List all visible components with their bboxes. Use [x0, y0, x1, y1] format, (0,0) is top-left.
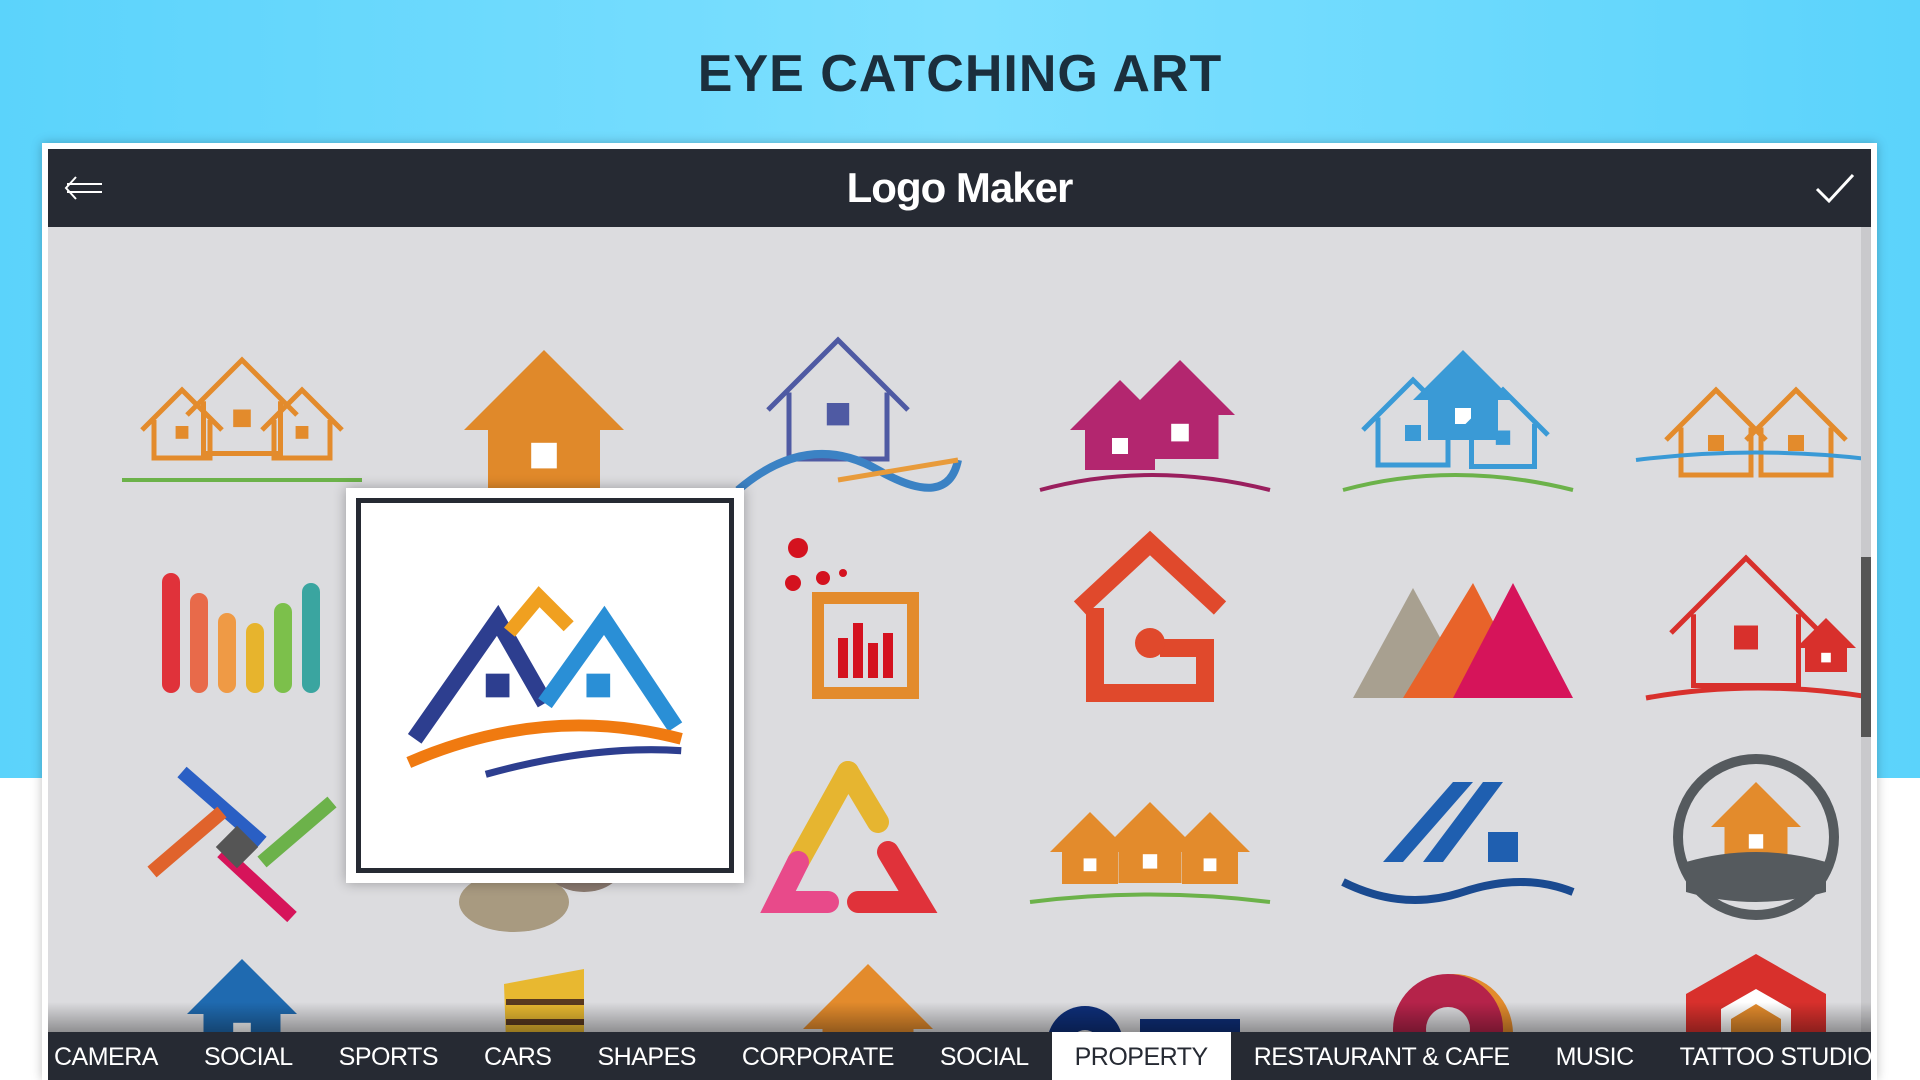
color-bars-icon [162, 573, 320, 693]
tab-social[interactable]: SOCIAL [181, 1032, 316, 1080]
triangle-arrows-icon [760, 761, 938, 913]
selected-logo-frame [356, 498, 734, 873]
logo-crossed-sticks[interactable] [112, 742, 372, 932]
tab-social[interactable]: SOCIAL [917, 1032, 1052, 1080]
logo-house-key[interactable] [1020, 528, 1280, 718]
logo-triangle-arrows[interactable] [718, 742, 978, 932]
logo-circle-road-house[interactable] [1626, 742, 1871, 932]
logo-house-trio-blue[interactable] [1323, 320, 1583, 510]
logo-house-double[interactable] [1020, 320, 1280, 510]
logo-peaks[interactable] [1323, 528, 1583, 718]
crossed-sticks-icon [147, 766, 337, 923]
checkmark-icon[interactable] [1813, 169, 1857, 207]
category-tabs: CAMERA SOCIAL SPORTS CARS SHAPES CORPORATE SOC… [48, 1032, 1871, 1080]
house-solid-icon [464, 350, 624, 494]
logo-house-wave[interactable] [718, 320, 978, 510]
headline: EYE CATCHING ART [697, 45, 1223, 103]
house-double-icon [1039, 360, 1271, 492]
houses-row-icon [1029, 802, 1271, 904]
logo-houses-row[interactable] [1020, 742, 1280, 932]
logo-house-trio-outline[interactable] [112, 320, 372, 510]
logo-roof-lines[interactable] [1323, 742, 1583, 932]
scrollbar-thumb[interactable] [1861, 557, 1871, 737]
house-red-outline-icon [1645, 554, 1871, 701]
logo-dots-chart[interactable] [718, 528, 978, 718]
back-arrow-icon[interactable] [62, 169, 106, 207]
scrollbar[interactable] [1861, 227, 1871, 1032]
tab-shapes[interactable]: SHAPES [574, 1032, 718, 1080]
tab-tattoo-studio[interactable]: TATTOO STUDIO [1657, 1032, 1871, 1080]
logo-roofs-orange[interactable] [1626, 320, 1871, 510]
roof-lines-icon [1341, 782, 1575, 904]
house-wave-icon [735, 336, 962, 494]
roofs-orange-icon [1635, 386, 1871, 478]
app-header: Logo Maker [48, 149, 1871, 227]
house-trio-outline-icon [122, 356, 362, 482]
tab-property[interactable]: PROPERTY [1051, 1032, 1231, 1080]
circle-road-house-icon [1673, 754, 1839, 920]
tab-sports[interactable]: SPORTS [316, 1032, 461, 1080]
selected-logo-preview[interactable] [346, 488, 744, 883]
logo-color-bars[interactable] [112, 528, 372, 718]
house-key-icon [1073, 530, 1227, 702]
grid-shadow [48, 1002, 1871, 1032]
logo-house-red-outline[interactable] [1626, 528, 1871, 718]
tab-cars[interactable]: CARS [461, 1032, 574, 1080]
house-trio-blue-icon [1342, 350, 1574, 492]
app-title: Logo Maker [846, 164, 1074, 211]
logo-grid [48, 227, 1871, 1032]
logo-house-solid[interactable] [414, 320, 674, 510]
peaks-icon [1353, 583, 1573, 698]
selected-logo-icon [406, 586, 683, 778]
tab-corporate[interactable]: CORPORATE [719, 1032, 917, 1080]
tab-camera[interactable]: CAMERA [48, 1032, 181, 1080]
dots-chart-icon [785, 538, 919, 699]
tab-music[interactable]: MUSIC [1533, 1032, 1657, 1080]
app-window: Logo Maker CAMERA SOCIAL SPORTS CARS SHAPES C… [42, 143, 1877, 1080]
tab-restaurant-cafe[interactable]: RESTAURANT & CAFE [1231, 1032, 1533, 1080]
